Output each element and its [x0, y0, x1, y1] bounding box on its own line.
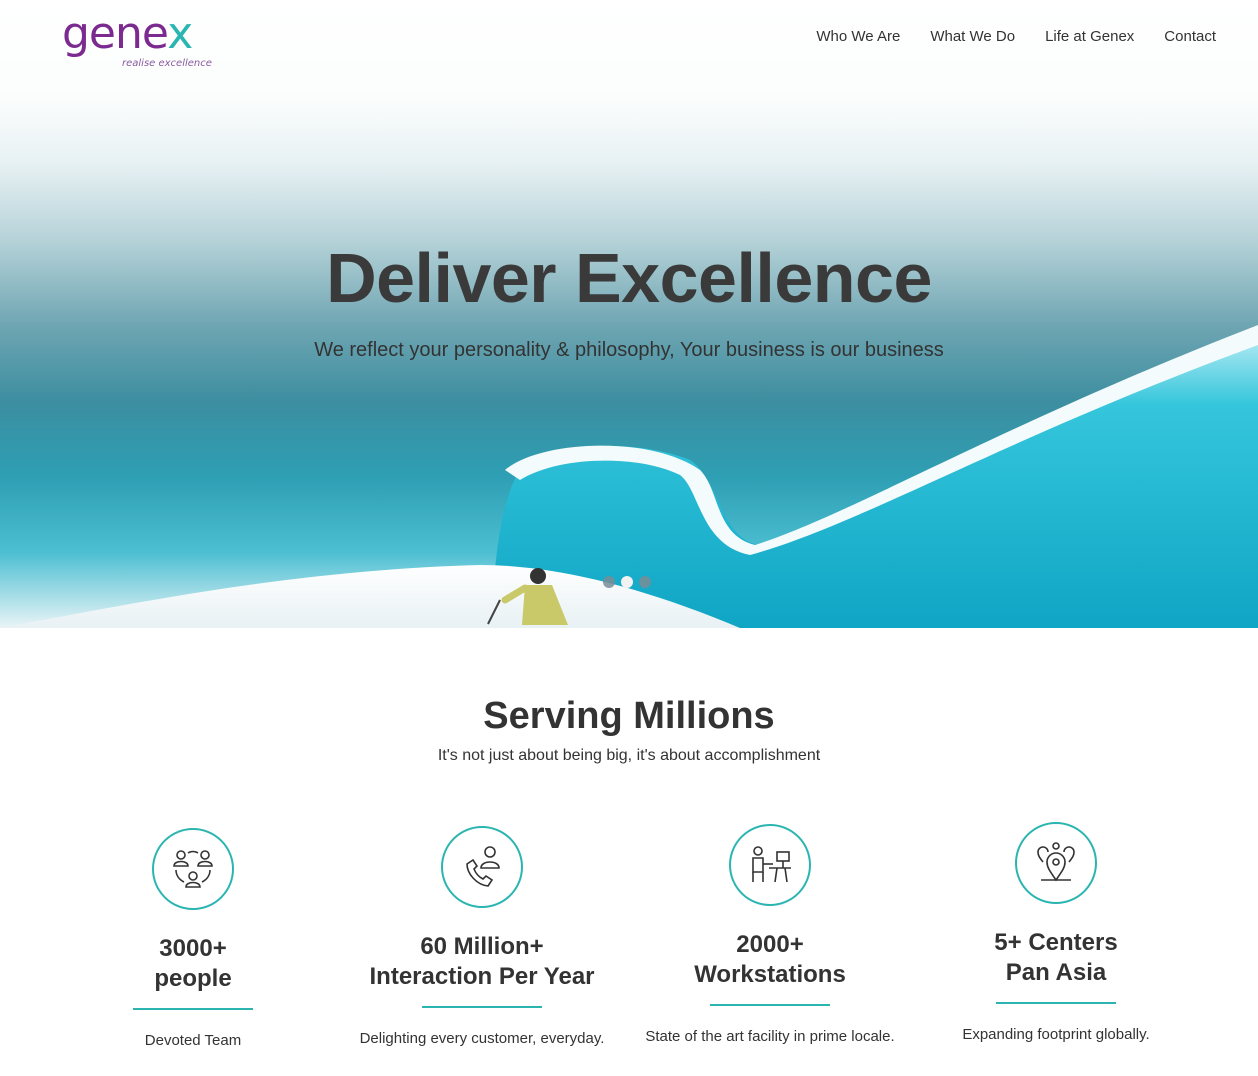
carousel-dot-1[interactable] — [603, 576, 615, 588]
location-pins-icon — [1015, 822, 1097, 904]
stat-value: 5+ Centers Pan Asia — [994, 929, 1118, 986]
genex-logo[interactable]: genex realise excellence — [62, 12, 222, 74]
stat-description: Devoted Team — [144, 1032, 242, 1049]
stat-divider — [133, 1008, 253, 1010]
logo-wordmark: genex — [62, 8, 193, 59]
logo-tagline: realise excellence — [122, 58, 212, 69]
stat-card-interactions: 60 Million+ Interaction Per Year Delighti… — [337, 826, 627, 1048]
stat-value: 60 Million+ Interaction Per Year — [369, 933, 595, 990]
team-icon — [152, 828, 234, 910]
workstation-icon — [729, 824, 811, 906]
carousel-dot-3[interactable] — [639, 576, 651, 588]
section-title: Serving Millions — [483, 695, 775, 737]
hero-title: Deliver Excellence — [326, 239, 932, 317]
carousel-dots — [603, 576, 651, 588]
stat-divider — [422, 1006, 542, 1008]
stat-card-workstations: 2000+ Workstations State of the art facil… — [625, 824, 915, 1046]
stat-description: Delighting every customer, everyday. — [359, 1030, 605, 1047]
stat-card-people: 3000+ people Devoted Team — [48, 828, 338, 1050]
stat-card-centers: 5+ Centers Pan Asia Expanding footprint g… — [911, 822, 1201, 1044]
site-header: genex realise excellence Who We Are What… — [0, 0, 1258, 90]
stat-value: 2000+ Workstations — [694, 931, 846, 988]
section-subtitle: It's not just about being big, it's abou… — [437, 747, 821, 764]
stat-value: 3000+ people — [154, 935, 232, 992]
nav-life-at-genex[interactable]: Life at Genex — [1045, 28, 1134, 46]
hero-subtitle: We reflect your personality & philosophy… — [314, 339, 944, 361]
nav-who-we-are[interactable]: Who We Are — [816, 28, 900, 46]
main-nav: Who We Are What We Do Life at Genex Cont… — [816, 28, 1216, 46]
stat-divider — [710, 1004, 830, 1006]
phone-support-icon — [441, 826, 523, 908]
stat-description: State of the art facility in prime local… — [645, 1028, 895, 1045]
hero-banner: Deliver Excellence We reflect your perso… — [0, 0, 1258, 628]
stat-divider — [996, 1002, 1116, 1004]
stat-description: Expanding footprint globally. — [962, 1026, 1150, 1043]
nav-contact[interactable]: Contact — [1164, 28, 1216, 46]
carousel-dot-2[interactable] — [621, 576, 633, 588]
nav-what-we-do[interactable]: What We Do — [930, 28, 1015, 46]
